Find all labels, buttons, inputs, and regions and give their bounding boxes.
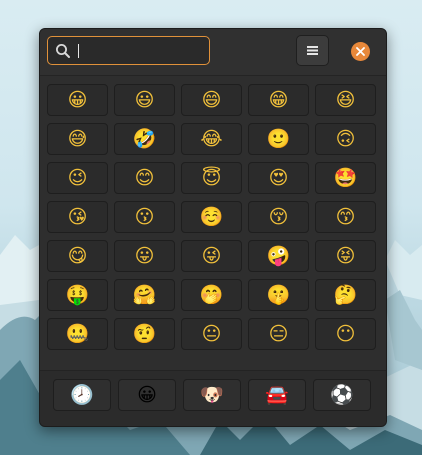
tab-animals[interactable]: 🐶 — [183, 379, 241, 411]
emoji-button[interactable]: 😀 — [47, 84, 108, 116]
emoji-button[interactable]: 😛 — [114, 240, 175, 272]
emoji-button[interactable]: 😊 — [114, 162, 175, 194]
emoji-button[interactable]: 😁 — [248, 84, 309, 116]
emoji-button[interactable]: 🤫 — [248, 279, 309, 311]
travel-category-icon: 🚘 — [265, 383, 289, 406]
tab-recent[interactable]: 🕗 — [53, 379, 111, 411]
emoji-button[interactable]: 😇 — [181, 162, 242, 194]
emoji-button[interactable]: 😶 — [315, 318, 376, 350]
emoji-button[interactable]: 😙 — [315, 201, 376, 233]
emoji-button[interactable]: 😗 — [114, 201, 175, 233]
emoji-button[interactable]: 🤑 — [47, 279, 108, 311]
emoji-button[interactable]: 🤗 — [114, 279, 175, 311]
smileys-category-icon: 😀 — [137, 383, 157, 406]
emoji-button[interactable]: 😝 — [315, 240, 376, 272]
recent-category-icon: 🕗 — [70, 383, 94, 406]
emoji-button[interactable]: 😘 — [47, 201, 108, 233]
emoji-button[interactable]: 😅 — [47, 123, 108, 155]
search-icon — [56, 44, 70, 58]
category-footer: 🕗 😀 🐶 🚘 ⚽ — [40, 370, 386, 426]
emoji-grid: 😀 😃 😄 😁 😆 😅 🤣 😂 🙂 🙃 😉 😊 😇 😍 🤩 😘 😗 ☺️ 😚 😙… — [47, 84, 378, 362]
emoji-button[interactable]: 🤐 — [47, 318, 108, 350]
emoji-button[interactable]: 🤣 — [114, 123, 175, 155]
tab-activities[interactable]: ⚽ — [313, 379, 371, 411]
emoji-button[interactable]: 🤪 — [248, 240, 309, 272]
emoji-button[interactable]: 😄 — [181, 84, 242, 116]
emoji-picker-window: 😀 😃 😄 😁 😆 😅 🤣 😂 🙂 🙃 😉 😊 😇 😍 🤩 😘 😗 ☺️ 😚 😙… — [39, 28, 387, 427]
emoji-button[interactable]: 😂 — [181, 123, 242, 155]
close-icon — [356, 47, 365, 56]
tab-smileys[interactable]: 😀 — [118, 379, 176, 411]
search-box[interactable] — [47, 36, 210, 65]
activities-category-icon: ⚽ — [330, 383, 354, 406]
emoji-button[interactable]: 😆 — [315, 84, 376, 116]
emoji-button[interactable]: 🤔 — [315, 279, 376, 311]
emoji-button[interactable]: 😍 — [248, 162, 309, 194]
text-caret — [78, 44, 79, 58]
close-button[interactable] — [351, 42, 370, 61]
category-bar: 🕗 😀 🐶 🚘 ⚽ — [53, 379, 371, 411]
emoji-button[interactable]: 🤭 — [181, 279, 242, 311]
search-input[interactable] — [76, 40, 204, 61]
picker-header — [40, 29, 386, 76]
emoji-button[interactable]: 😚 — [248, 201, 309, 233]
emoji-button[interactable]: 😜 — [181, 240, 242, 272]
emoji-button[interactable]: 🤨 — [114, 318, 175, 350]
emoji-button[interactable]: 🙂 — [248, 123, 309, 155]
emoji-button[interactable]: 🤩 — [315, 162, 376, 194]
tab-travel[interactable]: 🚘 — [248, 379, 306, 411]
emoji-button[interactable]: 😋 — [47, 240, 108, 272]
emoji-button[interactable]: 😉 — [47, 162, 108, 194]
emoji-button[interactable]: 😐 — [181, 318, 242, 350]
animals-category-icon: 🐶 — [200, 383, 224, 406]
hamburger-menu-icon — [307, 46, 318, 55]
emoji-button[interactable]: ☺️ — [181, 201, 242, 233]
emoji-button[interactable]: 🙃 — [315, 123, 376, 155]
emoji-button[interactable]: 😑 — [248, 318, 309, 350]
menu-button[interactable] — [296, 35, 329, 66]
emoji-button[interactable]: 😃 — [114, 84, 175, 116]
